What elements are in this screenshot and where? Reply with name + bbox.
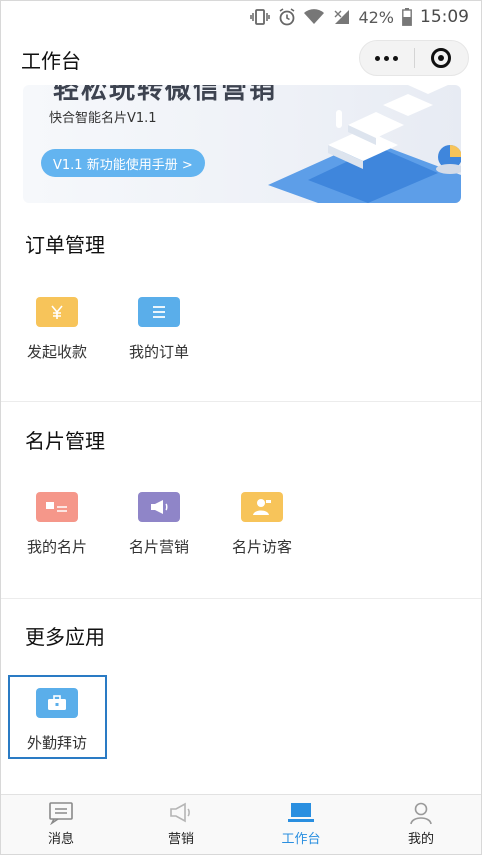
visitor-icon [241, 492, 283, 522]
tab-messages[interactable]: 消息 [1, 795, 121, 854]
app-collect-payment[interactable]: 发起收款 [12, 297, 102, 362]
app-label: 我的订单 [128, 343, 189, 361]
tab-label: 营销 [167, 832, 194, 847]
battery-percent: 42% [358, 7, 394, 27]
alarm-icon [278, 8, 296, 26]
yen-icon [36, 297, 78, 327]
wifi-icon [304, 9, 325, 25]
card-icon [36, 492, 78, 522]
app-label: 外勤拜访 [26, 734, 87, 752]
signal-icon [332, 9, 350, 25]
tab-label: 消息 [47, 832, 74, 847]
app-card-visitors[interactable]: 名片访客 [217, 492, 307, 557]
battery-icon [402, 8, 412, 26]
phone-screen: 42% 15:09 轻松玩转微信营销 快合智能名片V1.1 V1.1 新功能使用… [0, 0, 482, 855]
target-icon [431, 48, 452, 68]
tab-label: 我的 [407, 832, 434, 847]
laptop-icon [288, 803, 314, 822]
section-title-orders: 订单管理 [25, 233, 105, 257]
app-my-orders[interactable]: 我的订单 [114, 297, 204, 362]
section-divider [1, 598, 481, 599]
promo-banner[interactable]: 轻松玩转微信营销 快合智能名片V1.1 V1.1 新功能使用手册 > [23, 85, 461, 203]
isometric-illustration [268, 85, 461, 203]
app-label: 发起收款 [26, 343, 87, 361]
megaphone-icon [138, 492, 180, 522]
page-title: 工作台 [21, 49, 81, 73]
mini-program-capsule [359, 40, 469, 76]
app-label: 名片营销 [128, 538, 189, 556]
tab-mine[interactable]: 我的 [361, 795, 481, 854]
app-label: 我的名片 [26, 538, 87, 556]
section-title-more: 更多应用 [25, 625, 105, 649]
banner-subtitle: 快合智能名片V1.1 [49, 111, 157, 126]
briefcase-icon [36, 688, 78, 718]
app-card-marketing[interactable]: 名片营销 [114, 492, 204, 557]
megaphone-outline-icon [170, 802, 190, 823]
banner-headline: 轻松玩转微信营销 [53, 85, 278, 105]
bottom-tab-bar: 消息 营销 工作台 我的 [1, 794, 481, 854]
status-bar: 42% 15:09 [1, 1, 481, 33]
section-divider [1, 401, 481, 402]
app-my-card[interactable]: 我的名片 [12, 492, 102, 557]
app-label: 名片访客 [231, 538, 292, 556]
more-dots-icon [375, 55, 399, 61]
more-menu-button[interactable] [360, 41, 414, 75]
close-mini-program-button[interactable] [415, 41, 469, 75]
tab-workbench[interactable]: 工作台 [241, 795, 361, 854]
app-field-visit[interactable]: 外勤拜访 [12, 688, 102, 753]
person-icon [410, 802, 432, 825]
manual-button[interactable]: V1.1 新功能使用手册 > [41, 149, 205, 177]
tab-label: 工作台 [281, 832, 321, 847]
clock-time: 15:09 [420, 7, 469, 27]
section-title-cards: 名片管理 [25, 429, 105, 453]
navigation-bar: 工作台 [1, 33, 481, 85]
list-icon [138, 297, 180, 327]
tab-marketing[interactable]: 营销 [121, 795, 241, 854]
message-icon [49, 802, 73, 825]
vibrate-icon [250, 8, 271, 26]
